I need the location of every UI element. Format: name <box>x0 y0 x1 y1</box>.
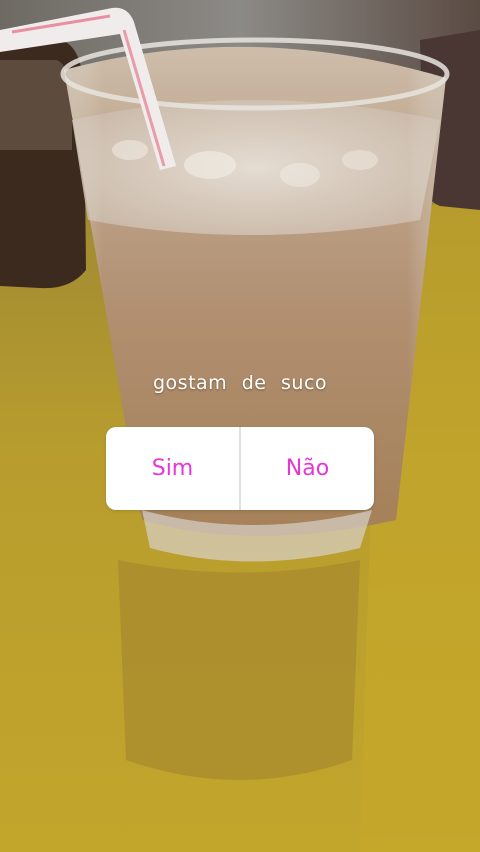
background-photo <box>0 0 480 852</box>
poll-option-no[interactable]: Não <box>241 427 374 510</box>
poll-sticker: Sim Não <box>106 427 374 510</box>
story-viewer: gostam de suco Sim Não <box>0 0 480 852</box>
poll-option-no-label: Não <box>285 456 330 481</box>
poll-question: gostam de suco <box>152 372 328 394</box>
poll-option-yes[interactable]: Sim <box>106 427 239 510</box>
poll-option-yes-label: Sim <box>151 456 194 481</box>
